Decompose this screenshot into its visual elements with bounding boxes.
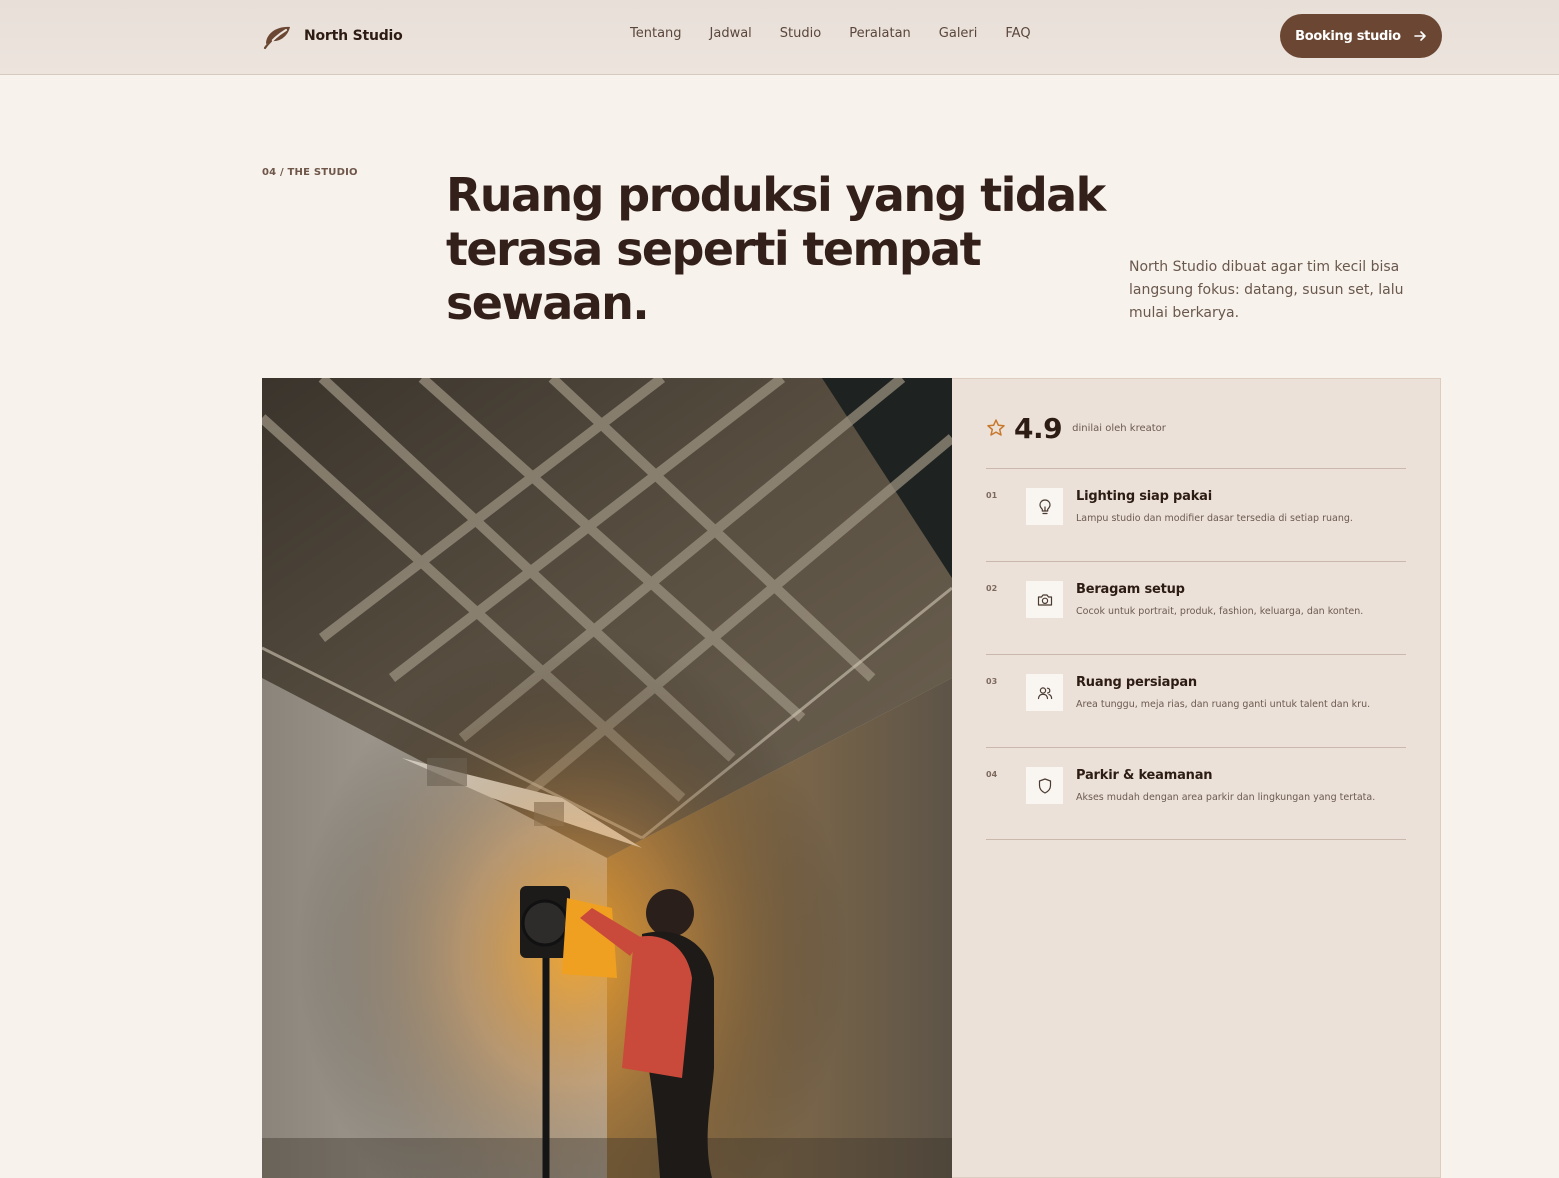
users-icon xyxy=(1037,686,1052,699)
feature-item-setup: 02 Beragam setup Cocok untuk portrait, p… xyxy=(986,561,1406,654)
nav-link-faq[interactable]: FAQ xyxy=(1005,26,1030,41)
booking-button-label: Booking studio xyxy=(1295,28,1401,44)
section-lede: North Studio dibuat agar tim kecil bisa … xyxy=(1129,259,1404,321)
shield-icon xyxy=(1038,777,1051,794)
feature-title: Ruang persiapan xyxy=(1076,675,1197,690)
arrow-right-icon xyxy=(1414,31,1426,41)
nav-link-peralatan[interactable]: Peralatan xyxy=(849,26,911,41)
feature-description: Akses mudah dengan area parkir dan lingk… xyxy=(1076,792,1376,803)
section-eyebrow: 04 / THE STUDIO xyxy=(262,167,358,178)
feature-description: Lampu studio dan modifier dasar tersedia… xyxy=(1076,513,1353,524)
feature-icon-box xyxy=(1026,581,1063,618)
nav-link-galeri[interactable]: Galeri xyxy=(939,26,978,41)
feature-description: Cocok untuk portrait, produk, fashion, k… xyxy=(1076,606,1364,617)
feature-item-lighting: 01 Lighting siap pakai Lampu studio dan … xyxy=(986,468,1406,561)
section-headline: Ruang produksi yang tidak terasa seperti… xyxy=(446,168,1106,330)
feature-item-parking: 04 Parkir & keamanan Akses mudah dengan … xyxy=(986,747,1406,840)
studio-photo-illustration xyxy=(262,378,952,1178)
studio-info-panel: 4.9 dinilai oleh kreator 01 Lighting sia… xyxy=(952,378,1441,1178)
feature-title: Lighting siap pakai xyxy=(1076,489,1213,504)
feature-item-prep-room: 03 Ruang persiapan Area tunggu, meja ria… xyxy=(986,654,1406,747)
feature-title: Parkir & keamanan xyxy=(1076,768,1213,783)
nav-link-tentang[interactable]: Tentang xyxy=(630,26,682,41)
feature-number: 03 xyxy=(986,677,998,686)
rating-value: 4.9 xyxy=(1014,411,1063,445)
studio-photo xyxy=(262,378,952,1178)
rating-caption: dinilai oleh kreator xyxy=(1072,422,1166,434)
feature-number: 01 xyxy=(986,491,998,500)
feature-description: Area tunggu, meja rias, dan ruang ganti … xyxy=(1076,699,1371,710)
feature-number: 02 xyxy=(986,584,998,593)
feature-list: 01 Lighting siap pakai Lampu studio dan … xyxy=(986,468,1406,840)
booking-studio-button[interactable]: Booking studio xyxy=(1280,14,1442,58)
nav-link-jadwal[interactable]: Jadwal xyxy=(710,26,752,41)
star-icon xyxy=(987,419,1005,436)
lightbulb-icon xyxy=(1038,498,1051,514)
brand-name: North Studio xyxy=(304,28,403,44)
leaf-logo-icon xyxy=(263,26,290,50)
feature-title: Beragam setup xyxy=(1076,582,1185,597)
main-nav: Tentang Jadwal Studio Peralatan Galeri F… xyxy=(630,26,1031,41)
feature-icon-box xyxy=(1026,488,1063,525)
camera-icon xyxy=(1037,593,1052,606)
nav-link-studio[interactable]: Studio xyxy=(780,26,821,41)
feature-icon-box xyxy=(1026,674,1063,711)
site-header: North Studio Tentang Jadwal Studio Peral… xyxy=(0,0,1559,75)
rating-summary: 4.9 dinilai oleh kreator xyxy=(986,411,1166,445)
feature-icon-box xyxy=(1026,767,1063,804)
brand-logo-link[interactable]: North Studio xyxy=(262,22,403,50)
feature-number: 04 xyxy=(986,770,998,779)
